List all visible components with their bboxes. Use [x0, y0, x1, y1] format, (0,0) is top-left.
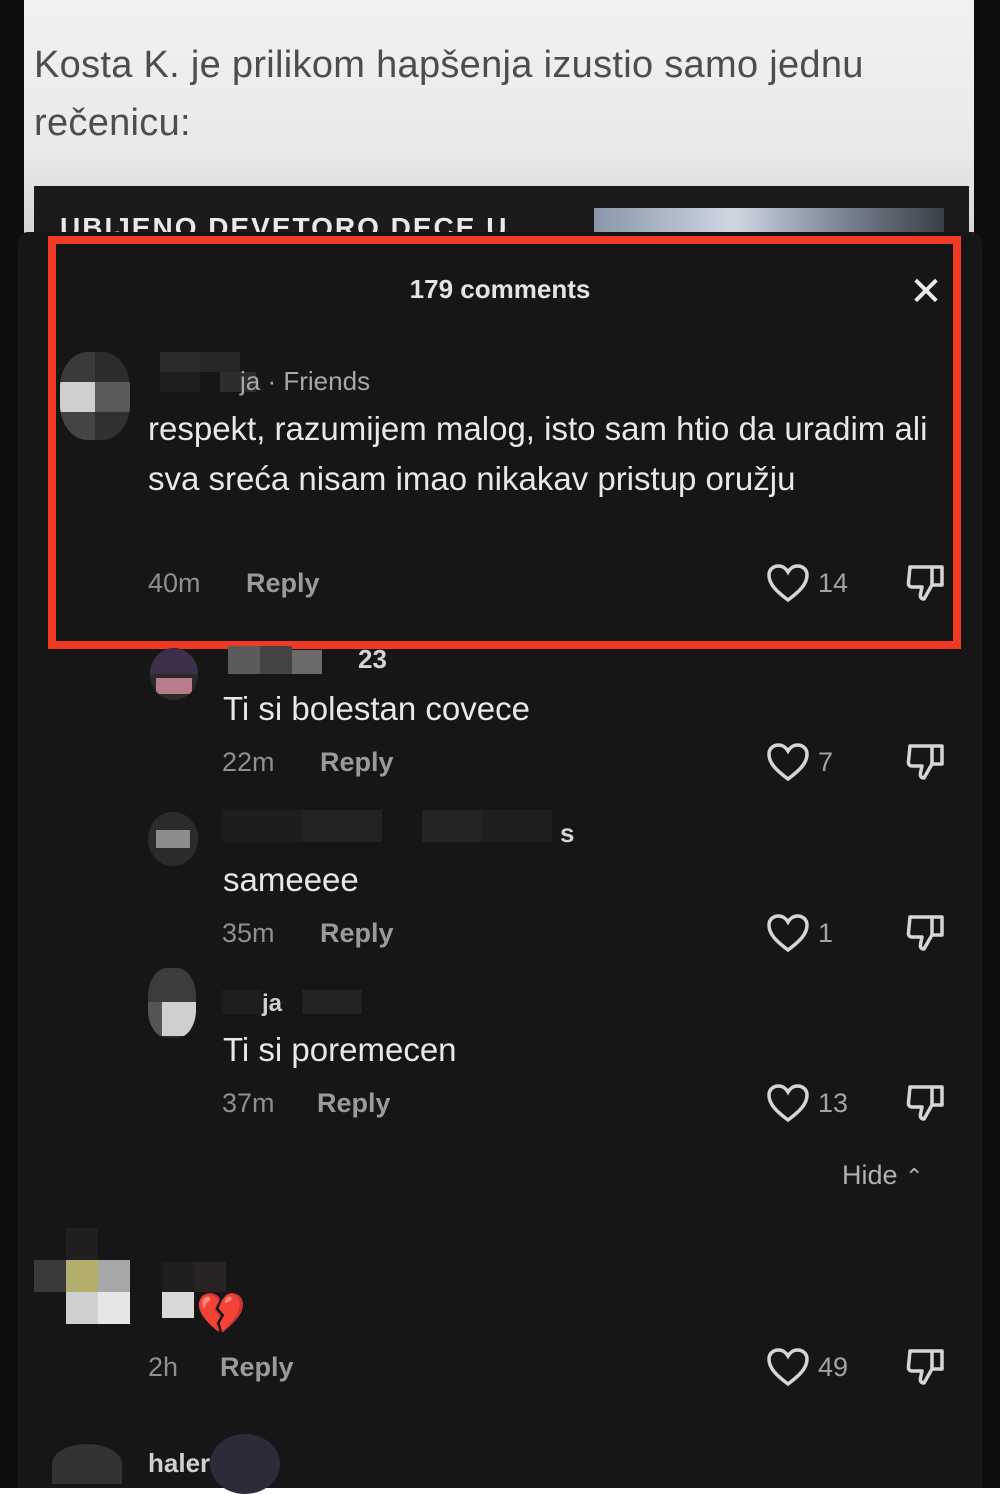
- comment-text: Ti si bolestan covece: [223, 690, 530, 727]
- like-button[interactable]: 13: [766, 1083, 848, 1123]
- like-button[interactable]: 14: [766, 563, 848, 603]
- friends-tag: · Friends: [267, 366, 371, 396]
- dislike-icon[interactable]: [904, 1345, 948, 1389]
- comment-time: 35m: [222, 918, 275, 948]
- article-area: Kosta K. je prilikom hapšenja izustio sa…: [24, 0, 974, 260]
- like-count: 49: [818, 1351, 849, 1382]
- avatar[interactable]: [148, 812, 198, 866]
- heart-icon: [767, 914, 809, 953]
- heart-icon: [767, 1348, 809, 1387]
- comment-time: 22m: [222, 747, 275, 777]
- comments-count-title: 179 comments: [409, 274, 591, 304]
- avatar[interactable]: [148, 968, 196, 1038]
- comment-time: 40m: [148, 568, 201, 598]
- avatar[interactable]: [60, 352, 130, 440]
- like-count: 14: [818, 567, 849, 598]
- reply-button[interactable]: Reply: [317, 1088, 391, 1119]
- chevron-up-icon: ⌃: [905, 1164, 924, 1189]
- reply-button[interactable]: Reply: [320, 918, 394, 949]
- heart-icon: [767, 1084, 809, 1123]
- dislike-icon[interactable]: [904, 1081, 948, 1125]
- dislike-icon[interactable]: [904, 740, 948, 784]
- username-text[interactable]: ja: [240, 366, 260, 396]
- article-text: Kosta K. je prilikom hapšenja izustio sa…: [34, 44, 864, 144]
- reply-button[interactable]: Reply: [220, 1352, 294, 1383]
- comment-text: sameeee: [223, 861, 359, 898]
- comment-text: respekt, razumijem malog, isto sam htio …: [148, 410, 928, 497]
- like-button[interactable]: 7: [766, 742, 833, 782]
- broken-heart-icon: 💔: [196, 1292, 246, 1336]
- comment-text: Ti si poremecen: [223, 1031, 457, 1068]
- comment-time: 37m: [222, 1088, 275, 1118]
- dislike-icon[interactable]: [904, 911, 948, 955]
- like-count: 13: [818, 1087, 849, 1118]
- dislike-icon[interactable]: [904, 561, 948, 605]
- like-button[interactable]: 1: [766, 913, 833, 953]
- like-button[interactable]: 49: [766, 1347, 848, 1387]
- comment-username[interactable]: ja · Friends: [240, 366, 370, 397]
- close-icon[interactable]: ✕: [906, 272, 946, 312]
- avatar[interactable]: [52, 1444, 122, 1484]
- like-count: 1: [818, 917, 834, 948]
- hide-replies-button[interactable]: Hide ⌃: [842, 1160, 923, 1191]
- heart-icon: [767, 743, 809, 782]
- reply-button[interactable]: Reply: [246, 568, 320, 599]
- avatar[interactable]: [150, 648, 198, 700]
- comment-time: 2h: [148, 1352, 179, 1382]
- comment-username[interactable]: haler: [148, 1448, 210, 1479]
- comment-username[interactable]: s: [560, 818, 574, 849]
- reply-button[interactable]: Reply: [320, 747, 394, 778]
- hide-label: Hide: [842, 1160, 898, 1190]
- comment-username[interactable]: ja: [262, 990, 282, 1018]
- finger-shadow: [210, 1434, 280, 1494]
- like-count: 7: [818, 746, 834, 777]
- comment-username[interactable]: 23: [358, 644, 387, 675]
- heart-icon: [767, 564, 809, 603]
